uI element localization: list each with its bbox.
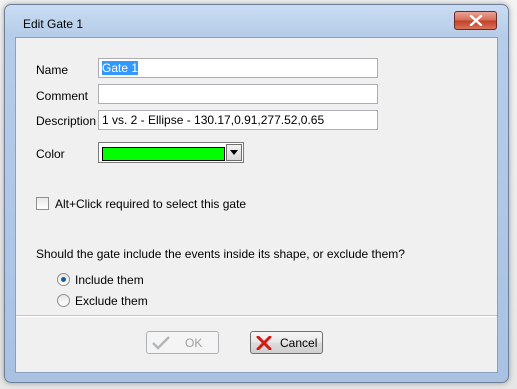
description-label: Description	[36, 114, 97, 128]
title-bar[interactable]: Edit Gate 1	[5, 5, 508, 35]
color-label: Color	[36, 147, 65, 161]
ok-button-label: OK	[185, 336, 203, 350]
color-swatch	[102, 147, 225, 161]
name-field[interactable]: Gate 1	[98, 58, 378, 78]
comment-field[interactable]	[98, 84, 378, 104]
ok-button[interactable]: OK	[146, 331, 219, 354]
red-x-icon	[256, 336, 272, 350]
dialog-content: Name Gate 1 Comment Description 1 vs. 2 …	[15, 37, 498, 373]
window-title: Edit Gate 1	[23, 17, 84, 31]
chevron-down-icon	[230, 150, 238, 155]
name-field-value: Gate 1	[102, 61, 139, 75]
include-radio-dot	[61, 277, 66, 282]
exclude-radio[interactable]	[57, 294, 70, 307]
description-field[interactable]: 1 vs. 2 - Ellipse - 130.17,0.91,277.52,0…	[98, 110, 378, 130]
close-icon	[469, 15, 483, 26]
cancel-button[interactable]: Cancel	[250, 331, 323, 354]
include-label: Include them	[75, 273, 144, 287]
include-radio[interactable]	[57, 273, 70, 286]
name-label: Name	[36, 63, 69, 77]
checkmark-icon	[152, 336, 170, 350]
color-dropdown-button[interactable]	[226, 144, 242, 161]
exclude-label: Exclude them	[75, 294, 148, 308]
color-dropdown[interactable]	[98, 142, 244, 163]
cancel-button-label: Cancel	[280, 336, 318, 350]
footer-separator	[16, 315, 497, 317]
comment-label: Comment	[36, 89, 89, 103]
include-exclude-question: Should the gate include the events insid…	[36, 247, 405, 261]
alt-click-checkbox[interactable]	[36, 197, 49, 210]
close-button[interactable]	[454, 11, 497, 30]
alt-click-label: Alt+Click required to select this gate	[55, 197, 247, 211]
edit-gate-dialog: Edit Gate 1 Name Gate 1 Comment Descript…	[4, 4, 509, 383]
